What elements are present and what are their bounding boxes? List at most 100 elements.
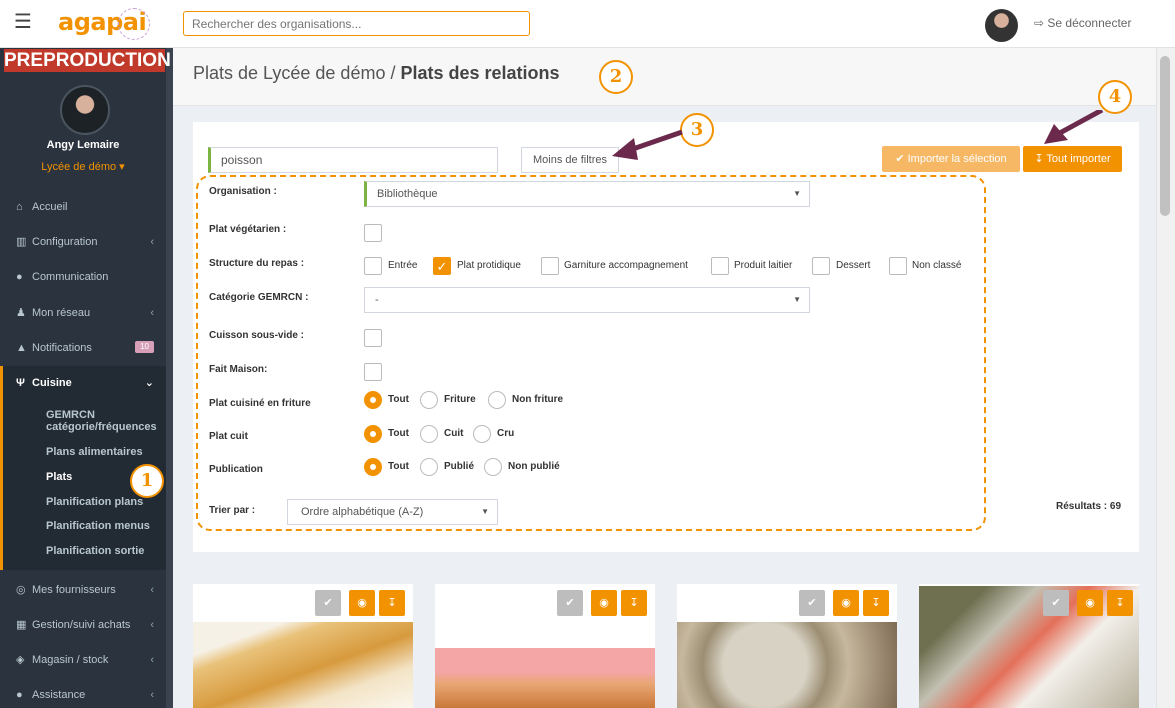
chevron-left-icon: ‹: [150, 307, 154, 319]
sort-select[interactable]: Ordre alphabétique (A-Z) ▼: [287, 499, 498, 525]
import-dish-button[interactable]: ↧: [621, 590, 647, 616]
select-dish-button[interactable]: ✔: [799, 590, 825, 616]
publication-radio-publie[interactable]: [420, 458, 438, 476]
notification-count-badge: 10: [135, 341, 154, 353]
chevron-left-icon: ‹: [150, 654, 154, 666]
caret-down-icon: ▼: [793, 189, 801, 198]
structure-checkbox-entree[interactable]: [364, 257, 382, 275]
radio-option-label: Non publié: [508, 461, 560, 472]
structure-checkbox-dessert[interactable]: [812, 257, 830, 275]
logout-link[interactable]: ⇨ Se déconnecter: [1034, 16, 1131, 30]
plat-cuit-label: Plat cuit: [209, 431, 248, 442]
view-eye-icon[interactable]: ◉: [1077, 590, 1103, 616]
sidebar-item-communication[interactable]: ● Communication: [0, 260, 166, 294]
chevron-down-icon: ⌄: [144, 377, 154, 389]
structure-option-label: Garniture accompagnement: [564, 260, 688, 271]
dish-photo: [435, 648, 655, 708]
top-avatar[interactable]: [985, 9, 1018, 42]
sidebar-item-configuration[interactable]: ▥ Configuration ‹: [0, 225, 166, 259]
cuit-radio-tout[interactable]: [364, 425, 382, 443]
dish-search-input[interactable]: poisson: [208, 147, 498, 173]
gemrcn-select[interactable]: - ▼: [364, 287, 810, 313]
radio-option-label: Tout: [388, 394, 409, 405]
user-organisation-dropdown[interactable]: Lycée de démo ▾: [0, 160, 166, 173]
friture-radio-tout[interactable]: [364, 391, 382, 409]
structure-option-label: Produit laitier: [734, 260, 793, 271]
sidebar-item-notifications[interactable]: ▲ Notifications 10: [0, 331, 166, 365]
chevron-left-icon: ‹: [150, 619, 154, 631]
annotation-4: 4: [1098, 80, 1132, 114]
select-dish-button[interactable]: ✔: [557, 590, 583, 616]
fait-maison-checkbox[interactable]: [364, 363, 382, 381]
sidebar-item-accueil[interactable]: ⌂ Accueil: [0, 190, 166, 224]
annotation-2: 2: [599, 60, 633, 94]
view-eye-icon[interactable]: ◉: [349, 590, 375, 616]
friture-radio-friture[interactable]: [420, 391, 438, 409]
organisation-search-input[interactable]: [183, 11, 530, 36]
publication-radio-tout[interactable]: [364, 458, 382, 476]
sidebar-sub-gemrcn[interactable]: GEMRCN catégorie/fréquences: [46, 409, 157, 433]
import-dish-button[interactable]: ↧: [1107, 590, 1133, 616]
sidebar-sub-planification-menus[interactable]: Planification menus: [46, 520, 150, 532]
radio-option-label: Publié: [444, 461, 475, 472]
cuit-radio-cuit[interactable]: [420, 425, 438, 443]
structure-checkbox-non-classe[interactable]: [889, 257, 907, 275]
sidebar-item-magasin-stock[interactable]: ◈ Magasin / stock ‹: [0, 643, 166, 677]
organisation-select[interactable]: Bibliothèque ▼: [364, 181, 810, 207]
page-title: Plats de Lycée de démo / Plats des relat…: [193, 63, 560, 83]
select-dish-button[interactable]: ✔: [1043, 590, 1069, 616]
dish-card[interactable]: ✔ ◉ ↧: [677, 584, 897, 708]
sidebar-item-assistance[interactable]: ● Assistance ‹: [0, 678, 166, 708]
sidebar-item-mes-fournisseurs[interactable]: ◎ Mes fournisseurs ‹: [0, 573, 166, 607]
caret-down-icon: ▼: [481, 507, 489, 516]
dish-card[interactable]: ✔ ◉ ↧: [193, 584, 413, 708]
bank-icon: ▥: [16, 236, 27, 248]
annotation-arrows: [612, 110, 1104, 160]
dish-card[interactable]: ✔ ◉ ↧: [919, 584, 1139, 708]
radio-option-label: Cuit: [444, 428, 464, 439]
gemrcn-label: Catégorie GEMRCN :: [209, 292, 309, 303]
import-dish-button[interactable]: ↧: [379, 590, 405, 616]
handshake-icon: ◎: [16, 584, 26, 596]
hamburger-menu-icon[interactable]: ☰: [14, 12, 32, 32]
structure-option-label: Non classé: [912, 260, 962, 271]
structure-label: Structure du repas :: [209, 258, 305, 269]
select-dish-button[interactable]: ✔: [315, 590, 341, 616]
view-eye-icon[interactable]: ◉: [591, 590, 617, 616]
user-avatar: [60, 85, 110, 135]
vegetarian-checkbox[interactable]: [364, 224, 382, 242]
radio-option-label: Non friture: [512, 394, 564, 405]
home-icon: ⌂: [16, 201, 23, 213]
sidebar-item-gestion-achats[interactable]: ▦ Gestion/suivi achats ‹: [0, 608, 166, 642]
users-icon: ♟: [16, 307, 26, 319]
view-eye-icon[interactable]: ◉: [833, 590, 859, 616]
scrollbar-thumb[interactable]: [1160, 56, 1170, 216]
sidebar-sub-plans-alimentaires[interactable]: Plans alimentaires: [46, 446, 143, 458]
sousvide-checkbox[interactable]: [364, 329, 382, 347]
structure-option-label: Entrée: [388, 260, 418, 271]
dish-photo: [193, 622, 413, 708]
sidebar-item-cuisine[interactable]: Ψ Cuisine ⌄: [0, 366, 166, 400]
structure-checkbox-produit-laitier[interactable]: [711, 257, 729, 275]
sidebar-scrollbar[interactable]: [166, 48, 173, 708]
friture-radio-non-friture[interactable]: [488, 391, 506, 409]
filters-highlight: [196, 175, 986, 531]
sidebar-sub-planification-sortie[interactable]: Planification sortie: [46, 545, 144, 557]
chevron-left-icon: ‹: [150, 689, 154, 701]
sidebar-sub-planification-plans[interactable]: Planification plans: [46, 496, 143, 508]
dish-card[interactable]: ✔ ◉ ↧: [435, 584, 655, 708]
import-dish-button[interactable]: ↧: [863, 590, 889, 616]
publication-label: Publication: [209, 464, 263, 475]
vegetarian-label: Plat végétarien :: [209, 224, 287, 235]
structure-checkbox-plat-protidique[interactable]: ✓: [433, 257, 451, 275]
sidebar-item-mon-reseau[interactable]: ♟ Mon réseau ‹: [0, 296, 166, 330]
structure-checkbox-garniture[interactable]: [541, 257, 559, 275]
chevron-left-icon: ‹: [150, 236, 154, 248]
cubes-icon: ◈: [16, 654, 25, 666]
cuit-radio-cru[interactable]: [473, 425, 491, 443]
check-icon: ✓: [436, 259, 448, 274]
sign-out-icon: ⇨: [1034, 16, 1048, 30]
publication-radio-non-publie[interactable]: [484, 458, 502, 476]
dish-photo: [677, 622, 897, 708]
sidebar-sub-plats[interactable]: Plats: [46, 471, 72, 483]
